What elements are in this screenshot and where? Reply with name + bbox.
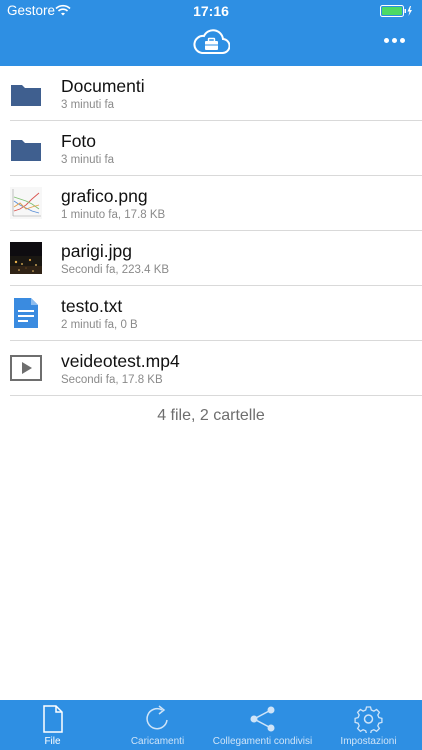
cloud-briefcase-icon[interactable]	[193, 28, 230, 56]
list-item[interactable]: parigi.jpg Secondi fa, 223.4 KB	[0, 231, 422, 286]
file-name: parigi.jpg	[61, 241, 133, 261]
status-time: 17:16	[193, 3, 229, 19]
battery-icon	[380, 5, 412, 17]
file-meta: 3 minuti fa	[61, 154, 115, 166]
list-item[interactable]: Documenti 3 minuti fa	[0, 66, 422, 121]
tab-label: Caricamenti	[130, 736, 185, 747]
folder-icon	[11, 85, 41, 106]
file-meta: 2 minuti fa, 0 B	[61, 319, 138, 331]
top-bar: Gestore 17:16	[0, 0, 422, 66]
tab-label: Collegamenti condivisi	[212, 736, 313, 747]
tab-caricamenti[interactable]: Caricamenti	[105, 700, 210, 750]
folder-icon	[11, 140, 41, 161]
file-list: Documenti 3 minuti fa Foto 3 minuti fa g…	[0, 66, 422, 396]
file-count-summary: 4 file, 2 cartelle	[157, 407, 265, 424]
file-name: veideotest.mp4	[61, 351, 180, 371]
tab-label: Impostazioni	[340, 736, 397, 747]
text-file-icon	[14, 298, 38, 328]
file-name: grafico.png	[61, 186, 148, 206]
video-file-icon	[10, 355, 42, 381]
tab-label: File	[44, 736, 61, 747]
list-item[interactable]: Foto 3 minuti fa	[0, 121, 422, 176]
file-icon	[43, 705, 63, 733]
list-item[interactable]: veideotest.mp4 Secondi fa, 17.8 KB	[0, 341, 422, 396]
file-meta: 1 minuto fa, 17.8 KB	[61, 209, 166, 221]
file-name: Foto	[61, 131, 97, 151]
file-meta: 3 minuti fa	[61, 99, 115, 111]
file-name: Documenti	[61, 76, 145, 96]
refresh-icon	[146, 705, 168, 730]
tab-collegamenti-condivisi[interactable]: Collegamenti condivisi	[210, 700, 315, 750]
tab-impostazioni[interactable]: Impostazioni	[315, 700, 422, 750]
chart-thumbnail	[10, 187, 42, 219]
gear-icon	[354, 706, 383, 733]
tab-file[interactable]: File	[0, 700, 105, 750]
share-icon	[250, 706, 275, 732]
list-item[interactable]: testo.txt 2 minuti fa, 0 B	[0, 286, 422, 341]
photo-thumbnail	[10, 242, 42, 274]
list-item[interactable]: grafico.png 1 minuto fa, 17.8 KB	[0, 176, 422, 231]
status-bar: Gestore 17:16	[0, 0, 422, 22]
file-meta: Secondi fa, 223.4 KB	[61, 264, 170, 276]
tab-bar: File Caricamenti Collegamenti condivisi …	[0, 700, 422, 750]
more-dots-icon[interactable]	[384, 38, 406, 44]
file-meta: Secondi fa, 17.8 KB	[61, 374, 163, 386]
file-name: testo.txt	[61, 296, 123, 316]
